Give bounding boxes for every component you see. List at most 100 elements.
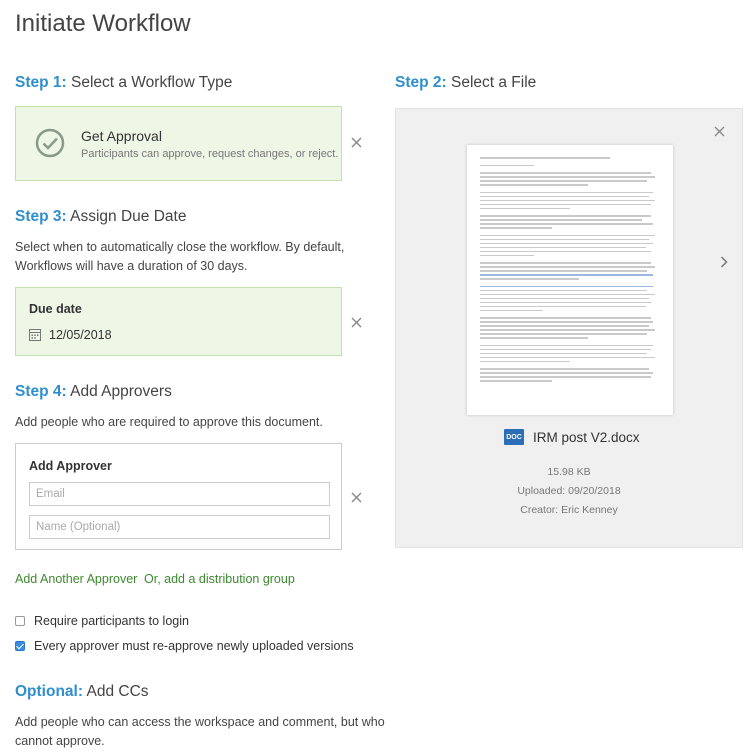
document-text-line (480, 270, 647, 272)
step1-label: Select a Workflow Type (71, 74, 233, 91)
document-text-line (480, 333, 647, 335)
file-creator: Creator: Eric Kenney (520, 504, 618, 516)
document-thumbnail[interactable] (467, 145, 673, 415)
document-text-line (480, 293, 655, 295)
add-approver-title: Add Approver (29, 459, 112, 473)
approvers-description: Add people who are required to approve t… (15, 415, 323, 429)
approver-name-input[interactable] (29, 515, 330, 539)
document-text-line (480, 254, 534, 256)
optional-cc-number: Optional: (15, 683, 84, 700)
document-text-line (480, 305, 646, 307)
reapprove-label: Every approver must re-approve newly upl… (34, 639, 354, 653)
file-name: IRM post V2.docx (533, 429, 640, 445)
step2-heading: Step 2: Select a File (395, 74, 536, 92)
document-text-line (480, 246, 646, 248)
step1-heading: Step 1: Select a Workflow Type (15, 74, 232, 92)
close-icon[interactable] (714, 126, 728, 140)
cc-description-line1: Add people who can access the workspace … (15, 715, 385, 729)
require-login-label: Require participants to login (34, 614, 189, 628)
document-text-line (480, 274, 653, 276)
calendar-icon[interactable] (29, 328, 41, 346)
close-icon[interactable] (351, 137, 365, 151)
require-login-option[interactable]: Require participants to login (15, 614, 189, 628)
document-text-line (480, 289, 647, 291)
document-text-line (480, 203, 651, 205)
document-text-line (480, 180, 647, 182)
due-date-description-line1: Select when to automatically close the w… (15, 240, 345, 254)
optional-cc-heading: Optional: Add CCs (15, 683, 149, 701)
document-text-line (480, 242, 653, 244)
step3-number: Step 3: (15, 208, 67, 225)
document-text-line (480, 223, 653, 225)
doc-file-icon: DOC (504, 429, 524, 445)
file-name-row: DOC IRM post V2.docx (504, 429, 640, 445)
document-text-line (480, 376, 651, 378)
file-preview-panel: DOC IRM post V2.docx 15.98 KB Uploaded: … (395, 108, 743, 548)
close-icon[interactable] (351, 492, 365, 506)
document-text-line (480, 184, 588, 186)
document-text-line (480, 344, 653, 346)
document-text-line (480, 172, 651, 174)
due-date-value[interactable]: 12/05/2018 (49, 328, 112, 342)
document-text-line (480, 301, 651, 303)
document-text-line (480, 321, 653, 323)
add-approver-box: Add Approver (15, 443, 342, 550)
document-text-line (480, 360, 570, 362)
add-another-approver-link[interactable]: Add Another Approver (15, 572, 137, 586)
chevron-right-icon[interactable] (720, 255, 728, 273)
document-text-line (480, 234, 655, 236)
document-text-line (480, 285, 653, 287)
document-text-line (480, 238, 649, 240)
workflow-type-description: Participants can approve, request change… (81, 148, 339, 160)
step2-label: Select a File (451, 74, 537, 91)
close-icon[interactable] (351, 317, 365, 331)
approver-email-input[interactable] (29, 482, 330, 506)
optional-cc-label: Add CCs (86, 683, 149, 700)
document-text-line (480, 278, 579, 280)
document-text-line (480, 348, 651, 350)
file-uploaded-date: Uploaded: 09/20/2018 (517, 485, 621, 497)
document-text-line (480, 356, 655, 358)
reapprove-checkbox[interactable] (15, 641, 25, 651)
document-text-line (480, 191, 653, 193)
document-text-line (480, 297, 649, 299)
document-text-line (480, 329, 655, 331)
step1-number: Step 1: (15, 74, 67, 91)
cc-description: Add people who can access the workspace … (15, 713, 385, 751)
due-date-card[interactable]: Due date 12/05/2018 (15, 287, 342, 356)
page-title: Initiate Workflow (15, 10, 191, 37)
add-distribution-group-link[interactable]: Or, add a distribution group (144, 572, 295, 586)
step2-number: Step 2: (395, 74, 447, 91)
document-text-line (480, 352, 647, 354)
document-text-line (480, 309, 543, 311)
document-text-line (480, 164, 534, 166)
document-text-line (480, 337, 588, 339)
step4-number: Step 4: (15, 383, 67, 400)
document-text-line (480, 227, 552, 229)
document-text-line (480, 250, 651, 252)
document-text-line (480, 176, 655, 178)
document-text-line (480, 372, 653, 374)
document-text-line (480, 266, 655, 268)
reapprove-option[interactable]: Every approver must re-approve newly upl… (15, 639, 354, 653)
step3-label: Assign Due Date (70, 208, 187, 225)
document-text-line (480, 199, 655, 201)
document-text-line (480, 195, 649, 197)
document-text-line (480, 207, 570, 209)
document-text-line (480, 157, 610, 159)
document-text-line (480, 219, 642, 221)
workflow-type-card[interactable]: Get Approval Participants can approve, r… (15, 106, 342, 181)
due-date-description-line2: Workflows will have a duration of 30 day… (15, 259, 248, 273)
document-text-line (480, 262, 651, 264)
document-text-line (480, 325, 649, 327)
check-circle-icon (34, 127, 66, 164)
cc-description-line2: cannot approve. (15, 734, 105, 748)
require-login-checkbox[interactable] (15, 616, 25, 626)
step3-heading: Step 3: Assign Due Date (15, 208, 186, 226)
workflow-type-title: Get Approval (81, 128, 162, 144)
step4-label: Add Approvers (70, 383, 172, 400)
document-text-line (480, 215, 651, 217)
document-text-line (480, 380, 552, 382)
due-date-description: Select when to automatically close the w… (15, 238, 344, 276)
step4-heading: Step 4: Add Approvers (15, 383, 172, 401)
